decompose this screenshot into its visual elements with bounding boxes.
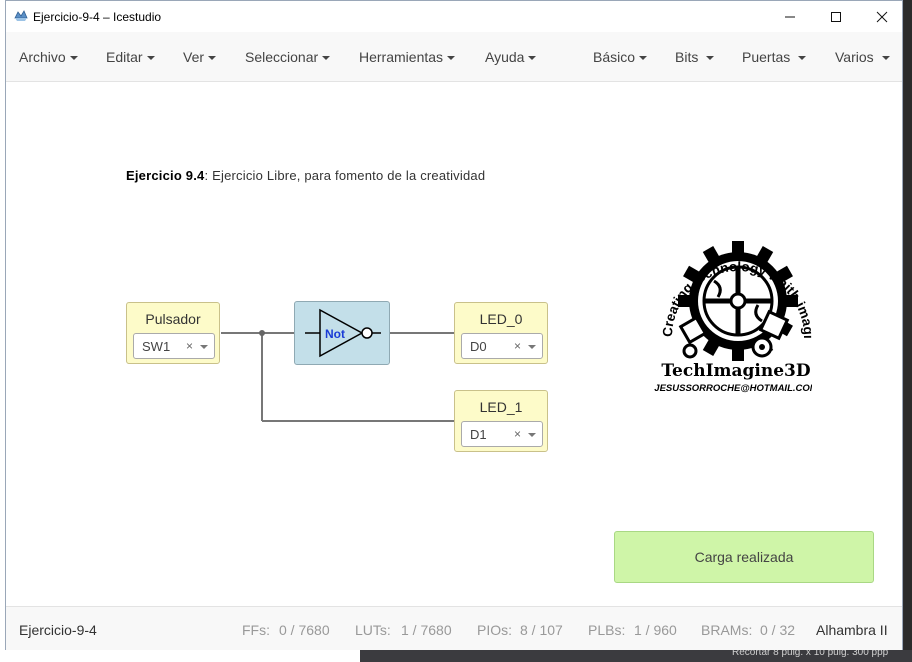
logo-brand: TechImagine3D <box>661 361 811 381</box>
maximize-icon <box>831 11 841 22</box>
caret-down-icon <box>798 56 807 61</box>
caret-down-icon <box>322 56 331 61</box>
close-icon <box>876 11 888 22</box>
logo-email: JESUSSORROCHE@HOTMAIL.COM <box>654 383 812 394</box>
icestudio-window: Ejercicio-9-4 – Icestudio Archivo Editar… <box>5 0 903 650</box>
menu-label: Básico <box>593 49 636 65</box>
close-button[interactable] <box>859 1 905 32</box>
upload-success-toast[interactable]: Carga realizada <box>614 531 874 583</box>
block-label: Pulsador <box>145 311 201 327</box>
wire-junction <box>259 330 265 336</box>
input-block-pulsador[interactable]: Pulsador SW1 × <box>126 302 220 364</box>
menu-bar: Archivo Editar Ver Seleccionar Herramien… <box>6 32 902 82</box>
status-pios-value: 8 / 107 <box>520 622 563 638</box>
clear-icon[interactable]: × <box>514 427 521 441</box>
menu-label: Seleccionar <box>245 49 319 65</box>
menu-label: Puertas <box>742 49 791 65</box>
caret-down-icon <box>881 56 890 61</box>
icestudio-icon <box>14 10 28 21</box>
status-ffs-label: FFs: <box>242 622 270 638</box>
minimize-icon <box>785 16 795 17</box>
title-bar[interactable]: Ejercicio-9-4 – Icestudio <box>6 1 902 32</box>
menu-label: Editar <box>106 49 143 65</box>
caret-down-icon <box>447 56 456 61</box>
minimize-button[interactable] <box>767 1 813 32</box>
status-luts-label: LUTs: <box>355 622 391 638</box>
output-block-led1[interactable]: LED_1 D1 × <box>454 390 548 452</box>
caret-down-icon <box>528 56 537 61</box>
menu-puertas[interactable]: Puertas <box>742 49 807 65</box>
not-gate-label: Not <box>325 327 345 341</box>
status-plbs-value: 1 / 960 <box>634 622 677 638</box>
status-ffs-value: 0 / 7680 <box>279 622 330 638</box>
menu-seleccionar[interactable]: Seleccionar <box>245 49 331 65</box>
block-label: LED_0 <box>479 311 523 327</box>
menu-ver[interactable]: Ver <box>183 49 217 65</box>
design-canvas[interactable]: Ejercicio 9.4: Ejercicio Libre, para fom… <box>6 82 902 606</box>
status-brams-label: BRAMs: <box>701 622 753 638</box>
caret-down-icon <box>639 56 648 61</box>
menu-editar[interactable]: Editar <box>106 49 155 65</box>
menu-archivo[interactable]: Archivo <box>19 49 78 65</box>
status-plbs-label: PLBs: <box>588 622 626 638</box>
menu-label: Bits <box>675 49 699 65</box>
status-bar: Ejercicio-9-4 FFs: 0 / 7680 LUTs: 1 / 76… <box>6 606 902 650</box>
window-title: Ejercicio-9-4 – Icestudio <box>33 10 162 24</box>
status-luts-value: 1 / 7680 <box>401 622 452 638</box>
techimagine3d-logo: Creating technology whith imagination Te… <box>652 219 812 394</box>
menu-bits[interactable]: Bits <box>675 49 715 65</box>
dropdown-arrow-icon <box>528 345 536 349</box>
not-gate-icon: Not <box>305 308 381 358</box>
pin-value: D1 <box>470 427 487 442</box>
menu-varios[interactable]: Varios <box>835 49 890 65</box>
pin-select[interactable]: SW1 × <box>133 333 215 359</box>
caret-down-icon <box>69 56 78 61</box>
menu-label: Ver <box>183 49 205 65</box>
menu-label: Varios <box>835 49 874 65</box>
block-label: LED_1 <box>479 399 523 415</box>
menu-ayuda[interactable]: Ayuda <box>485 49 537 65</box>
dropdown-arrow-icon <box>528 433 536 437</box>
status-brams-value: 0 / 32 <box>760 622 796 638</box>
pin-select[interactable]: D0 × <box>461 333 543 359</box>
background-bottom-left <box>0 650 360 662</box>
menu-label: Ayuda <box>485 49 525 65</box>
status-pios-label: PIOs: <box>477 622 513 638</box>
pin-value: D0 <box>470 339 487 354</box>
maximize-button[interactable] <box>813 1 859 32</box>
pin-select[interactable]: D1 × <box>461 421 543 447</box>
caret-down-icon <box>208 56 217 61</box>
pin-value: SW1 <box>142 339 171 354</box>
clear-icon[interactable]: × <box>514 339 521 353</box>
status-project-name: Ejercicio-9-4 <box>19 622 97 638</box>
caret-down-icon <box>146 56 155 61</box>
caret-down-icon <box>706 56 715 61</box>
menu-basico[interactable]: Básico <box>593 49 648 65</box>
background-right-strip <box>904 0 912 662</box>
clear-icon[interactable]: × <box>186 339 193 353</box>
output-block-led0[interactable]: LED_0 D0 × <box>454 302 548 364</box>
menu-label: Archivo <box>19 49 66 65</box>
menu-herramientas[interactable]: Herramientas <box>359 49 456 65</box>
status-board[interactable]: Alhambra II <box>816 622 888 638</box>
dropdown-arrow-icon <box>200 345 208 349</box>
menu-label: Herramientas <box>359 49 444 65</box>
not-gate-block[interactable]: Not <box>294 301 390 365</box>
